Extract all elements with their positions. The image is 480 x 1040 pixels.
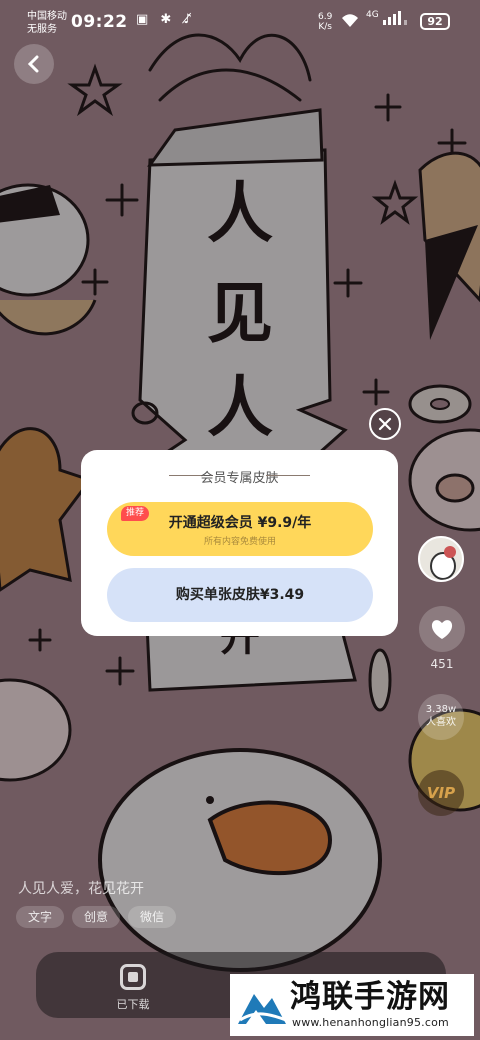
tag-wechat[interactable]: 微信 (128, 906, 177, 928)
site-logo-icon (238, 994, 287, 1024)
wifi-icon (342, 14, 358, 27)
back-button[interactable] (14, 44, 54, 84)
carrier-text: 中国移动 无服务 (27, 10, 67, 36)
author-avatar[interactable] (418, 536, 464, 582)
close-icon (378, 417, 392, 431)
vip-button-sublabel: 所有内容免费使用 (203, 537, 276, 547)
single-skin-label: 购买单张皮肤¥3.49 (175, 587, 305, 603)
back-arrow-icon (27, 55, 39, 73)
battery-icon: 92 (420, 13, 450, 30)
tag-creative[interactable]: 创意 (72, 906, 121, 928)
skin-purchase-dialog: 会员专属皮肤 开通超级会员 ¥9.9/年 所有内容免费使用 推荐 购买单张皮肤¥… (81, 450, 398, 636)
title-rule-right (266, 475, 310, 476)
like-count: 451 (430, 657, 454, 671)
net-speed-value: 6.9 (318, 12, 333, 22)
recommend-tag: 推荐 (121, 506, 150, 521)
wallpaper-caption: 人见人爱，花见花开 (18, 881, 144, 897)
fans-count: 3.38w (425, 704, 457, 715)
tag-text[interactable]: 文字 (16, 906, 65, 928)
watermark-title: 鸿联手游网 (290, 979, 450, 1015)
fans-label: 人喜欢 (426, 717, 456, 728)
downloaded-label[interactable]: 已下载 (110, 996, 156, 1012)
vip-badge[interactable]: VIP (418, 770, 464, 816)
status-bar: 中国移动 无服务 09:22 ▣ ✱ ♪̸ 6.9 K/s 4G 92 (0, 0, 480, 44)
fans-badge[interactable]: 3.38w 人喜欢 (418, 694, 464, 740)
site-watermark: 鸿联手游网 www.henanhonglian95.com (230, 974, 474, 1036)
close-dialog-button[interactable] (369, 408, 401, 440)
dialog-title: 会员专属皮肤 (200, 471, 279, 486)
notification-icons: ▣ ✱ ♪̸ (136, 12, 196, 27)
clock: 09:22 (71, 12, 128, 32)
carrier-name: 中国移动 (27, 11, 67, 22)
net-speed: 6.9 K/s (318, 12, 332, 32)
service-status: 无服务 (27, 24, 57, 35)
watermark-url: www.henanhonglian95.com (292, 1016, 449, 1029)
like-button[interactable] (419, 606, 465, 652)
network-type: 4G (366, 10, 379, 20)
net-speed-unit: K/s (318, 22, 332, 32)
cellular-signal-icon: 4G (366, 10, 411, 25)
heart-icon (431, 620, 453, 639)
buy-single-skin-button[interactable]: 购买单张皮肤¥3.49 (107, 568, 373, 622)
downloaded-icon[interactable] (120, 964, 146, 990)
